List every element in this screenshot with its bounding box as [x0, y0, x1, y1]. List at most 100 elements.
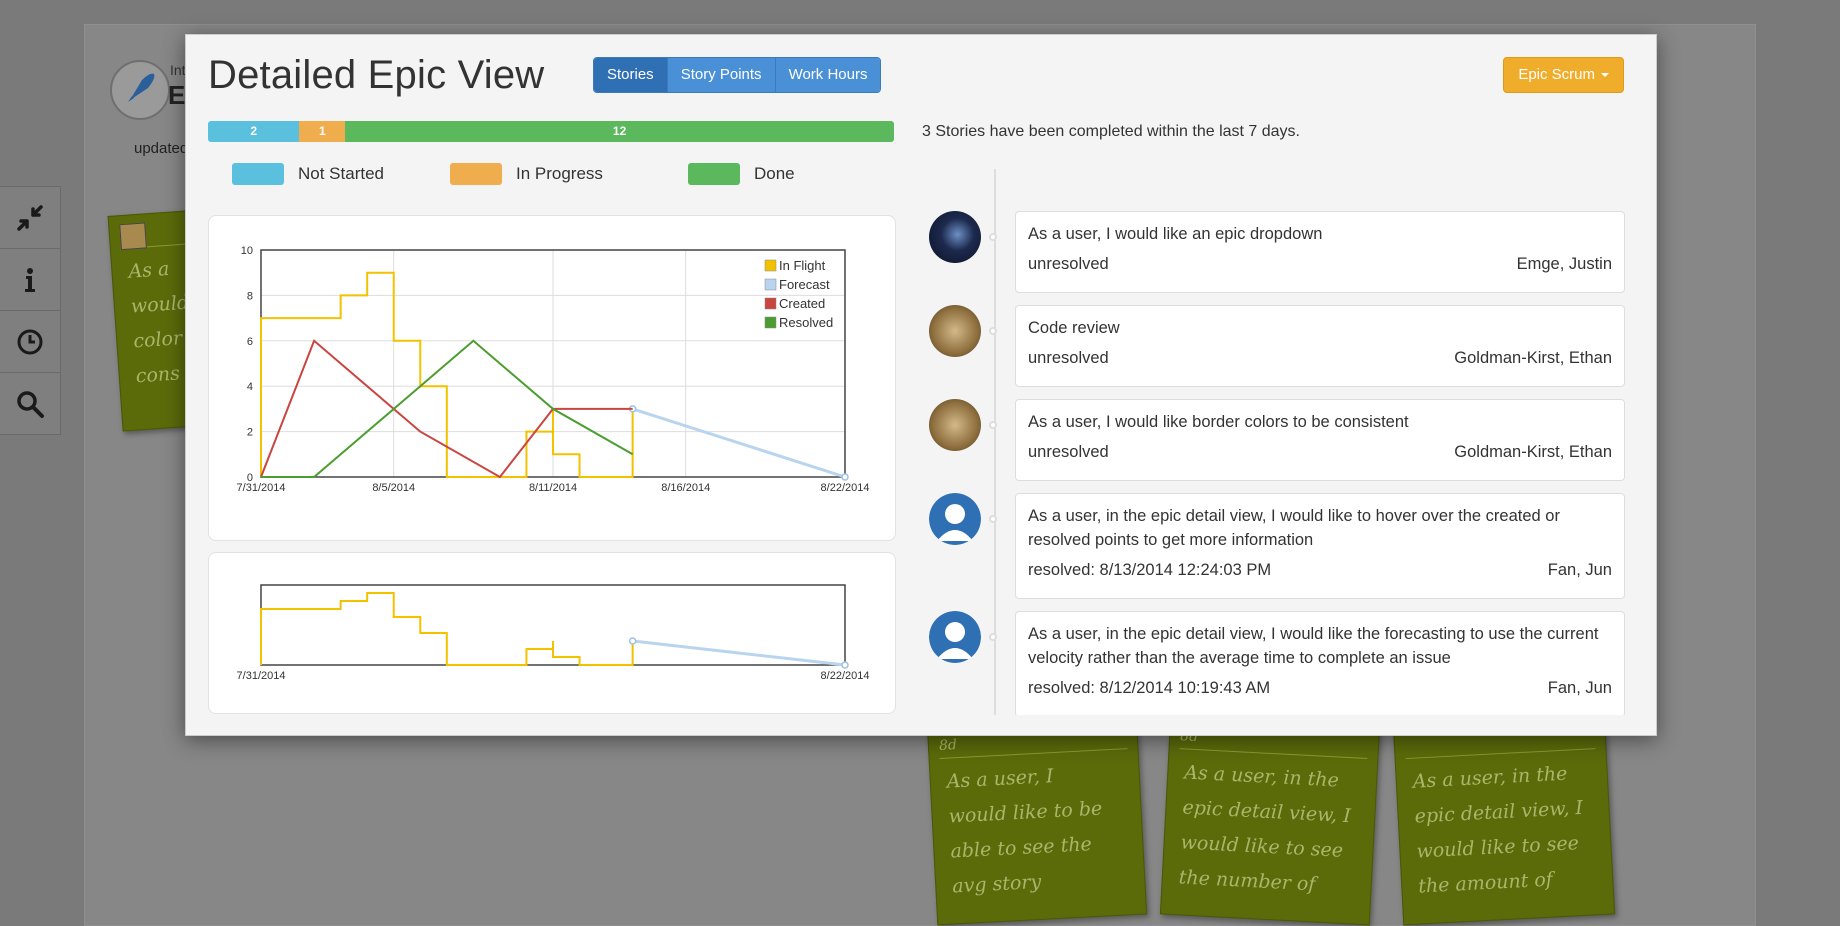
y-tick-label: 8 — [247, 290, 253, 302]
story-status: unresolved — [1028, 349, 1109, 367]
story-assignee: Goldman-Kirst, Ethan — [1454, 349, 1612, 367]
timeline-dot — [989, 421, 997, 429]
caret-down-icon — [1601, 73, 1609, 78]
avatar — [929, 305, 981, 357]
y-tick-label: 10 — [241, 245, 253, 257]
y-tick-label: 2 — [247, 427, 253, 439]
x-tick-label: 8/22/2014 — [821, 670, 870, 682]
x-tick-label: 8/22/2014 — [821, 482, 870, 494]
story-status: unresolved — [1028, 255, 1109, 273]
story-status: resolved: 8/13/2014 12:24:03 PM — [1028, 561, 1272, 579]
story-status: resolved: 8/12/2014 10:19:43 AM — [1028, 679, 1271, 697]
status-progress-bar: 2 1 12 — [208, 121, 894, 142]
legend-label: Created — [779, 296, 825, 311]
tab-work-hours[interactable]: Work Hours — [775, 58, 881, 92]
story-meta: resolved: 8/13/2014 12:24:03 PM Fan, Jun — [1028, 558, 1612, 582]
epic-dropdown-label: Epic Scrum — [1518, 66, 1595, 83]
timeline-dot — [989, 633, 997, 641]
series-forecast — [632, 407, 846, 479]
legend-swatch — [450, 163, 502, 185]
story-card[interactable]: Code review unresolved Goldman-Kirst, Etha… — [1015, 305, 1625, 387]
story-assignee: Goldman-Kirst, Ethan — [1454, 443, 1612, 461]
x-tick-label: 7/31/2014 — [237, 482, 286, 494]
forecast-point — [841, 473, 849, 481]
legend-label: Not Started — [298, 164, 384, 183]
overview-chart-panel: 7/31/2014 8/22/2014 — [208, 552, 896, 714]
y-tick-label: 4 — [247, 381, 253, 393]
legend-label: In Flight — [779, 258, 826, 273]
legend-done: Done — [688, 163, 795, 185]
side-toolbar — [0, 186, 61, 435]
completion-summary: 3 Stories have been completed within the… — [922, 123, 1300, 140]
legend-label: Done — [754, 164, 795, 183]
x-tick-label: 7/31/2014 — [237, 670, 286, 682]
legend-label: Resolved — [779, 315, 833, 330]
main-chart-panel: 7/31/2014 8/5/2014 8/11/2014 8/16/2014 8/22/… — [208, 215, 896, 541]
x-tick-label: 8/5/2014 — [372, 482, 415, 494]
story-card[interactable]: As a user, I would like border colors to… — [1015, 399, 1625, 481]
legend-swatch — [764, 259, 777, 272]
story-meta: unresolved Emge, Justin — [1028, 252, 1612, 276]
timeline-dot — [989, 515, 997, 523]
timeline-dot — [989, 327, 997, 335]
series-in-flight — [260, 592, 634, 666]
x-tick-label: 8/11/2014 — [529, 482, 577, 494]
story-timeline[interactable]: As a user, I would like an epic dropdown… — [922, 169, 1637, 715]
sticky-note[interactable]: 8d As a user, in the epic detail view, I… — [1159, 714, 1381, 926]
progress-segment: 12 — [345, 121, 894, 142]
sticky-note[interactable]: As a user, in the epic detail view, I wo… — [1392, 714, 1616, 926]
story-description: As a user, in the epic detail view, I wo… — [1028, 507, 1560, 549]
tab-stories[interactable]: Stories — [594, 58, 668, 92]
legend-swatch — [764, 316, 777, 329]
x-tick-label: 8/16/2014 — [661, 482, 710, 494]
legend-not-started: Not Started — [232, 163, 384, 185]
info-icon[interactable] — [0, 249, 60, 311]
legend-label: In Progress — [516, 164, 603, 183]
background-title-small: Int — [170, 62, 186, 78]
forecast-point — [628, 637, 637, 645]
background-title: E — [168, 80, 186, 110]
legend-label: Forecast — [779, 277, 830, 292]
updated-label: updated — [134, 140, 189, 157]
story-meta: unresolved Goldman-Kirst, Ethan — [1028, 440, 1612, 464]
y-tick-label: 0 — [247, 472, 253, 484]
epic-dropdown[interactable]: Epic Scrum — [1503, 57, 1624, 93]
modal-title: Detailed Epic View — [208, 53, 545, 97]
sticky-note[interactable]: 8d As a user, I would like to be able to… — [926, 714, 1148, 926]
compress-icon[interactable] — [0, 187, 60, 249]
avatar — [929, 493, 981, 545]
clock-icon[interactable] — [0, 311, 60, 373]
legend-swatch — [764, 278, 777, 291]
search-icon[interactable] — [0, 373, 60, 434]
epic-detail-modal: Detailed Epic View Stories Story Points … — [185, 34, 1657, 736]
avatar — [929, 211, 981, 263]
timeline-dot — [989, 233, 997, 241]
progress-segment: 1 — [299, 121, 346, 142]
y-tick-label: 6 — [247, 336, 253, 348]
tab-story-points[interactable]: Story Points — [667, 58, 776, 92]
avatar — [929, 399, 981, 451]
progress-segment: 2 — [208, 121, 300, 142]
story-card[interactable]: As a user, in the epic detail view, I wo… — [1015, 493, 1625, 599]
story-description: As a user, I would like border colors to… — [1028, 413, 1409, 431]
story-status: unresolved — [1028, 443, 1109, 461]
story-description: As a user, I would like an epic dropdown — [1028, 225, 1323, 243]
story-description: Code review — [1028, 319, 1120, 337]
legend-swatch — [688, 163, 740, 185]
avatar — [929, 611, 981, 663]
story-card[interactable]: As a user, I would like an epic dropdown… — [1015, 211, 1625, 293]
story-assignee: Emge, Justin — [1516, 255, 1612, 273]
status-legend: Not Started In Progress Done — [208, 163, 894, 193]
story-meta: unresolved Goldman-Kirst, Ethan — [1028, 346, 1612, 370]
story-assignee: Fan, Jun — [1547, 679, 1612, 697]
legend-swatch — [764, 297, 777, 310]
overview-chart[interactable]: 7/31/2014 8/22/2014 — [209, 553, 895, 713]
burn-chart[interactable]: 7/31/2014 8/5/2014 8/11/2014 8/16/2014 8/22/… — [209, 216, 895, 540]
story-card[interactable]: As a user, in the epic detail view, I wo… — [1015, 611, 1625, 715]
rocket-logo-icon — [110, 60, 170, 120]
legend-swatch — [232, 163, 284, 185]
legend-in-progress: In Progress — [450, 163, 603, 185]
series-forecast — [632, 639, 846, 667]
view-toggle: Stories Story Points Work Hours — [593, 57, 882, 93]
story-description: As a user, in the epic detail view, I wo… — [1028, 625, 1599, 667]
